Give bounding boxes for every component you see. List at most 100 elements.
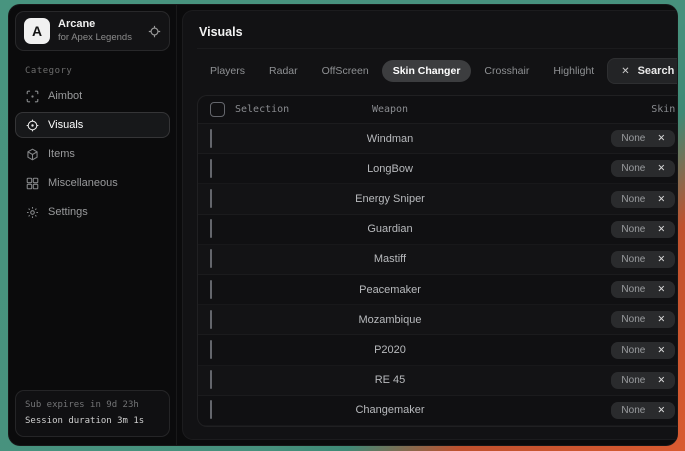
tab-offscreen[interactable]: OffScreen — [311, 60, 380, 82]
skin-cell: None ✕ — [470, 251, 675, 268]
select-all-checkbox[interactable] — [210, 102, 225, 117]
row-checkbox[interactable] — [210, 249, 212, 268]
sidebar-item-miscellaneous[interactable]: Miscellaneous — [15, 170, 170, 196]
weapon-name: Mozambique — [310, 314, 470, 326]
row-selection-cell — [210, 281, 310, 299]
skin-select-badge[interactable]: None ✕ — [611, 221, 675, 238]
weapon-name: LongBow — [310, 163, 470, 175]
skin-select-badge[interactable]: None ✕ — [611, 342, 675, 359]
skin-cell: None ✕ — [470, 221, 675, 238]
clear-skin-icon[interactable]: ✕ — [657, 314, 665, 325]
skin-value: None — [621, 375, 645, 386]
skin-select-badge[interactable]: None ✕ — [611, 130, 675, 147]
brand-card: A Arcane for Apex Legends — [15, 11, 170, 51]
row-selection-cell — [210, 401, 310, 419]
skin-value: None — [621, 163, 645, 174]
app-window: A Arcane for Apex Legends Category — [8, 4, 678, 446]
clear-skin-icon[interactable]: ✕ — [657, 224, 665, 235]
sidebar-item-label: Visuals — [48, 119, 83, 131]
row-checkbox[interactable] — [210, 159, 212, 178]
skin-cell: None ✕ — [470, 130, 675, 147]
table-row: Energy Sniper None ✕ — [198, 184, 678, 214]
row-checkbox[interactable] — [210, 340, 212, 359]
row-selection-cell — [210, 160, 310, 178]
row-selection-cell — [210, 250, 310, 268]
tab-skin-changer[interactable]: Skin Changer — [382, 60, 472, 82]
row-checkbox[interactable] — [210, 219, 212, 238]
row-selection-cell — [210, 371, 310, 389]
skin-cell: None ✕ — [470, 402, 675, 419]
clear-skin-icon[interactable]: ✕ — [657, 194, 665, 205]
skin-table: Selection Weapon Skin Windman None — [197, 95, 678, 427]
skin-value: None — [621, 194, 645, 205]
skin-value: None — [621, 284, 645, 295]
row-checkbox[interactable] — [210, 400, 212, 419]
app-name: Arcane — [58, 18, 140, 32]
table-row: Mozambique None ✕ — [198, 305, 678, 335]
row-selection-cell — [210, 341, 310, 359]
sidebar: A Arcane for Apex Legends Category — [9, 5, 177, 445]
clear-skin-icon[interactable]: ✕ — [657, 254, 665, 265]
row-checkbox[interactable] — [210, 370, 212, 389]
skin-cell: None ✕ — [470, 281, 675, 298]
page-title: Visuals — [197, 11, 678, 49]
skin-select-badge[interactable]: None ✕ — [611, 160, 675, 177]
skin-select-badge[interactable]: None ✕ — [611, 281, 675, 298]
clear-skin-icon[interactable]: ✕ — [657, 284, 665, 295]
table-row: Mastiff None ✕ — [198, 245, 678, 275]
sidebar-item-label: Aimbot — [48, 90, 82, 102]
skin-value: None — [621, 133, 645, 144]
row-selection-cell — [210, 190, 310, 208]
clear-skin-icon[interactable]: ✕ — [657, 133, 665, 144]
row-checkbox[interactable] — [210, 280, 212, 299]
sidebar-item-label: Settings — [48, 206, 88, 218]
tab-radar[interactable]: Radar — [258, 60, 309, 82]
skin-select-badge[interactable]: None ✕ — [611, 311, 675, 328]
skin-value: None — [621, 314, 645, 325]
sidebar-item-items[interactable]: Items — [15, 141, 170, 167]
row-checkbox[interactable] — [210, 310, 212, 329]
skin-cell: None ✕ — [470, 372, 675, 389]
cube-icon — [26, 148, 39, 161]
clear-skin-icon[interactable]: ✕ — [657, 405, 665, 416]
layout-grid-icon — [26, 177, 39, 190]
search-button-label: Search — [638, 65, 675, 77]
weapon-name: Windman — [310, 133, 470, 145]
column-weapon: Weapon — [310, 104, 470, 115]
tab-highlight[interactable]: Highlight — [542, 60, 605, 82]
weapon-name: Guardian — [310, 223, 470, 235]
sidebar-item-label: Items — [48, 148, 75, 160]
category-label: Category — [25, 66, 170, 76]
sidebar-item-settings[interactable]: Settings — [15, 199, 170, 225]
table-row: Peacemaker None ✕ — [198, 275, 678, 305]
main-area: Visuals Players Radar OffScreen Skin Cha… — [177, 5, 678, 445]
clear-skin-icon[interactable]: ✕ — [657, 163, 665, 174]
weapon-name: Peacemaker — [310, 284, 470, 296]
sidebar-item-aimbot[interactable]: Aimbot — [15, 83, 170, 109]
skin-select-badge[interactable]: None ✕ — [611, 251, 675, 268]
weapon-name: RE 45 — [310, 374, 470, 386]
clear-skin-icon[interactable]: ✕ — [657, 345, 665, 356]
row-checkbox[interactable] — [210, 189, 212, 208]
sidebar-item-label: Miscellaneous — [48, 177, 118, 189]
sidebar-item-visuals[interactable]: Visuals — [15, 112, 170, 138]
sub-expiry-text: Sub expires in 9d 23h — [25, 398, 160, 413]
column-selection: Selection — [210, 102, 310, 117]
row-selection-cell — [210, 220, 310, 238]
main-panel: Visuals Players Radar OffScreen Skin Cha… — [182, 10, 678, 440]
table-header: Selection Weapon Skin — [198, 96, 678, 124]
tab-players[interactable]: Players — [199, 60, 256, 82]
search-button[interactable]: ✕ Search — [607, 58, 678, 84]
skin-cell: None ✕ — [470, 160, 675, 177]
skin-select-badge[interactable]: None ✕ — [611, 372, 675, 389]
row-checkbox[interactable] — [210, 129, 212, 148]
clear-skin-icon[interactable]: ✕ — [657, 375, 665, 386]
tabs-row: Players Radar OffScreen Skin Changer Cro… — [197, 49, 678, 93]
skin-select-badge[interactable]: None ✕ — [611, 191, 675, 208]
skin-value: None — [621, 254, 645, 265]
skin-select-badge[interactable]: None ✕ — [611, 402, 675, 419]
target-icon[interactable] — [148, 25, 161, 38]
viewfinder-icon — [26, 90, 39, 103]
tab-crosshair[interactable]: Crosshair — [473, 60, 540, 82]
app-logo: A — [24, 18, 50, 44]
